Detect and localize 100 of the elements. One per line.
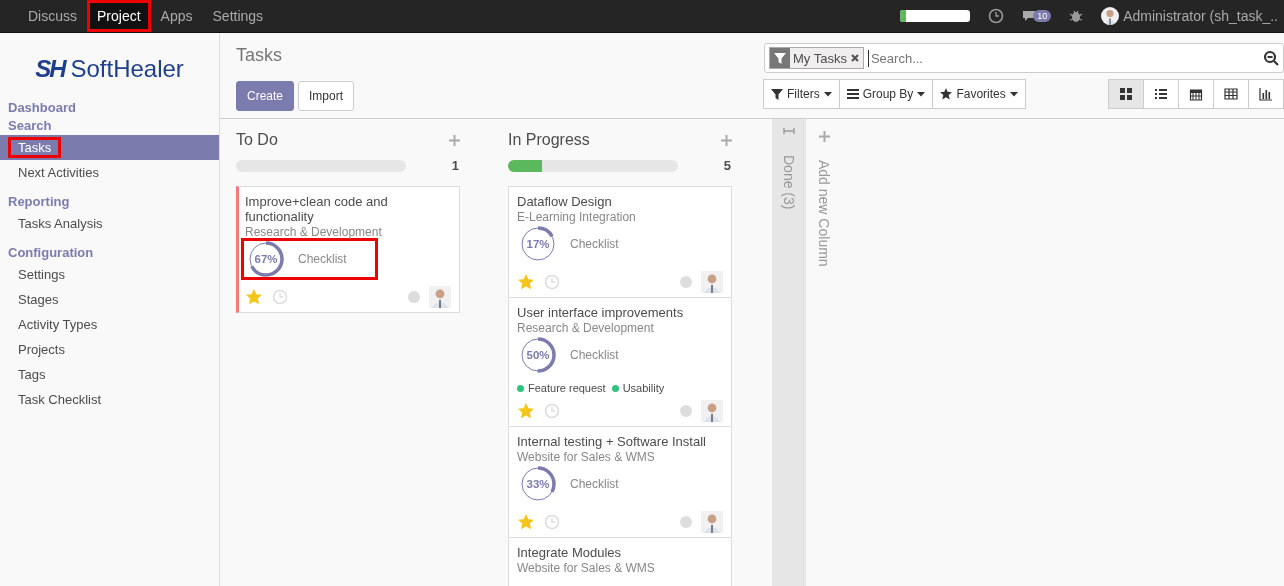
list-icon <box>1154 87 1168 101</box>
card-title: Dataflow Design <box>517 194 613 209</box>
message-count-badge: 10 <box>1033 10 1052 22</box>
checklist-percent: 50% <box>526 349 550 361</box>
task-card[interactable]: Dataflow Design E-Learning Integration 17% Checklist <box>508 186 732 298</box>
list-icon <box>846 88 859 100</box>
caret-icon <box>917 91 926 97</box>
card-title: Integrate Modules <box>517 545 623 560</box>
column-title: Done (3) <box>781 155 797 210</box>
progress-bar <box>900 10 971 22</box>
avatar-icon <box>701 271 723 293</box>
task-card[interactable]: User interface improvements Research & Development 50% Checklist Feature request Usability <box>508 297 732 427</box>
kanban-icon <box>1119 87 1133 101</box>
column-count: 5 <box>723 158 731 173</box>
bug-icon <box>1069 9 1084 23</box>
project-name: Research & Development <box>245 224 383 240</box>
column-title: To Do <box>236 131 278 149</box>
clock-icon <box>544 403 560 419</box>
search-field[interactable]: My Tasks Search... <box>764 43 1284 73</box>
menu-item[interactable]: Settings <box>202 0 274 32</box>
project-name: Website for Sales & WMS <box>517 560 656 576</box>
logo: SH SoftHealer <box>34 54 185 84</box>
checklist-label: Checklist <box>570 237 619 251</box>
menu-item[interactable]: Apps <box>150 0 203 32</box>
progress-ring <box>518 464 558 504</box>
progress-ring <box>518 224 558 264</box>
view-button[interactable] <box>1178 79 1214 109</box>
table-icon <box>1224 87 1238 101</box>
sidebar-item[interactable]: Activity Types <box>0 312 219 337</box>
caret-icon <box>823 91 832 97</box>
page-title: Tasks <box>236 45 283 66</box>
create-button[interactable]: Create <box>236 81 295 111</box>
status-dot[interactable] <box>408 291 420 303</box>
view-button[interactable] <box>1248 79 1284 109</box>
dropdown-button[interactable]: Group By <box>838 79 934 109</box>
project-name: E-Learning Integration <box>517 209 637 225</box>
avatar-icon <box>1101 7 1120 25</box>
checklist-percent: 17% <box>526 238 550 250</box>
dropdown-button[interactable]: Filters <box>763 79 840 109</box>
task-card[interactable]: Internal testing + Software Install Website for Sales & WMS 33% Checklist <box>508 426 732 538</box>
card-title: User interface improvements <box>517 305 685 320</box>
plus-icon <box>721 134 732 146</box>
status-dot[interactable] <box>680 405 692 417</box>
sidebar-item[interactable]: Task Checklist <box>0 387 219 412</box>
menu-item[interactable]: Discuss <box>18 0 87 32</box>
view-button[interactable] <box>1143 79 1179 109</box>
task-card[interactable]: Improve+clean code and functionality Research & Development 67% Checklist <box>236 186 460 313</box>
sidebar-heading[interactable]: Reporting <box>0 193 219 211</box>
import-button[interactable]: Import <box>298 81 355 111</box>
sidebar-item[interactable]: Projects <box>0 337 219 362</box>
checklist-percent: 33% <box>526 478 550 490</box>
card-title: Improve+clean code and functionality <box>245 194 389 224</box>
bar-chart-icon <box>1259 87 1273 101</box>
calendar-icon <box>1189 87 1203 101</box>
column-count: 1 <box>451 158 459 173</box>
clock-icon <box>544 274 560 290</box>
user-name[interactable]: Administrator (sh_task_.. <box>1123 8 1278 24</box>
project-name: Website for Sales & WMS <box>517 449 656 465</box>
sidebar-heading[interactable]: Search <box>0 117 219 135</box>
progress-ring <box>518 335 558 375</box>
view-button[interactable] <box>1108 79 1144 109</box>
avatar-icon <box>701 511 723 533</box>
sidebar-item[interactable]: Tasks Analysis <box>0 211 219 236</box>
filter-icon <box>774 52 786 64</box>
task-card[interactable]: Integrate Modules Website for Sales & WMS <box>508 537 732 586</box>
avatar-icon <box>429 286 451 308</box>
close-icon <box>849 53 860 63</box>
sidebar-item[interactable]: Stages <box>0 287 219 312</box>
star-icon <box>940 88 953 100</box>
avatar-icon <box>701 400 723 422</box>
checklist-label: Checklist <box>298 252 347 266</box>
dropdown-button[interactable]: Favorites <box>932 79 1026 109</box>
sidebar-item[interactable]: Tasks <box>0 135 219 160</box>
sidebar-item[interactable]: Settings <box>0 262 219 287</box>
plus-icon <box>818 131 830 142</box>
filter-facet[interactable]: My Tasks <box>769 47 864 69</box>
tag-label: Usability <box>622 382 665 394</box>
sidebar-heading[interactable]: Configuration <box>0 244 219 262</box>
view-button[interactable] <box>1213 79 1249 109</box>
menu-item[interactable]: Project <box>87 0 151 32</box>
sidebar-heading[interactable]: Dashboard <box>0 99 219 117</box>
chat-icon <box>1022 10 1037 22</box>
clock-icon <box>544 514 560 530</box>
caret-icon <box>1009 91 1018 97</box>
progress-ring <box>246 239 286 279</box>
sidebar-item[interactable]: Tags <box>0 362 219 387</box>
search-icon <box>1263 50 1279 66</box>
card-title: Internal testing + Software Install <box>517 434 707 449</box>
column-title: In Progress <box>508 131 590 149</box>
status-dot[interactable] <box>680 276 692 288</box>
clock-icon <box>272 289 288 305</box>
checklist-label: Checklist <box>570 477 619 491</box>
sidebar-item[interactable]: Next Activities <box>0 160 219 185</box>
project-name: Research & Development <box>517 320 655 336</box>
tag-label: Feature request <box>528 382 606 394</box>
clock-icon <box>988 8 1005 24</box>
filter-icon <box>771 88 783 100</box>
status-dot[interactable] <box>680 516 692 528</box>
resize-icon <box>783 127 795 135</box>
plus-icon <box>449 134 460 146</box>
